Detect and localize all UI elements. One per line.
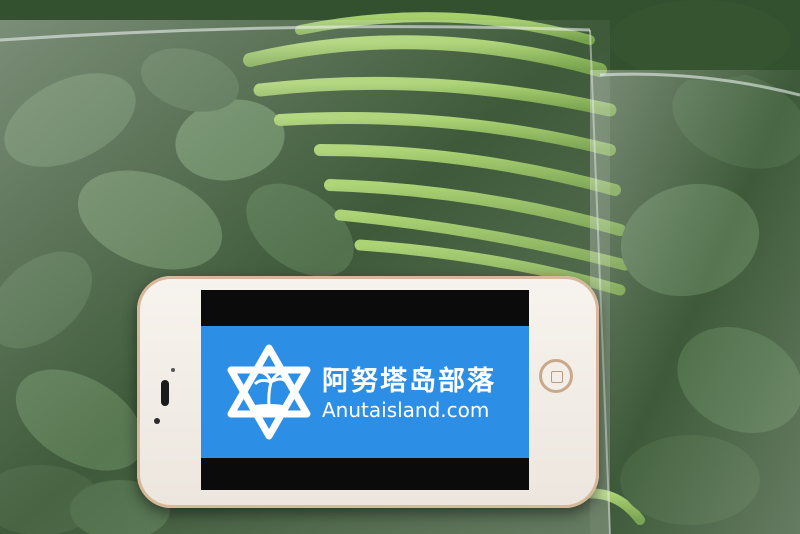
- home-button[interactable]: [539, 359, 573, 393]
- earpiece-slot: [161, 380, 169, 406]
- smartphone: 阿努塔岛部落 Anutaisland.com: [137, 276, 599, 508]
- brand-website: Anutaisland.com: [322, 398, 490, 422]
- phone-speaker: [171, 368, 175, 372]
- phone-screen: 阿努塔岛部落 Anutaisland.com: [201, 290, 529, 490]
- brand-name-chinese: 阿努塔岛部落: [322, 366, 496, 397]
- brand-banner: 阿努塔岛部落 Anutaisland.com: [201, 326, 529, 458]
- star-of-david-palm-island-icon: [227, 344, 311, 440]
- vegetable-photo: 阿努塔岛部落 Anutaisland.com: [0, 0, 800, 534]
- front-camera: [154, 418, 160, 424]
- home-button-square: [551, 371, 563, 383]
